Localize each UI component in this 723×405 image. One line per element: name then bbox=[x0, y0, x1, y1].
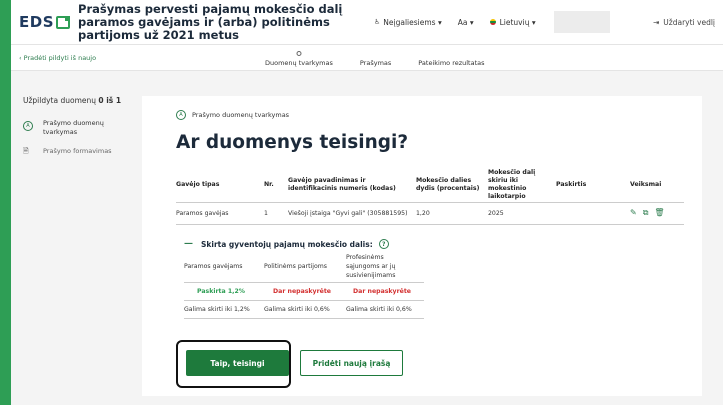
limit-parties: Galima skirti iki 0,6% bbox=[264, 300, 346, 319]
collapse-icon: — bbox=[184, 239, 193, 249]
font-size-label: Aa bbox=[457, 17, 468, 27]
card-subtitle: A Prašymo duomenų tvarkymas bbox=[176, 110, 289, 120]
table-row: Paramos gavėjas 1 Viešoji įstaiga "Gyvi … bbox=[176, 202, 684, 225]
section-badge: A bbox=[176, 110, 186, 120]
card-subtitle-label: Prašymo duomenų tvarkymas bbox=[192, 111, 290, 119]
allocation-status-row: Paskirta 1,2% Dar nepaskyrėte Dar nepask… bbox=[184, 282, 424, 301]
restart-link[interactable]: ‹ Pradėti pildyti iš naujo bbox=[19, 54, 96, 62]
chevron-down-icon: ▾ bbox=[435, 17, 442, 27]
allocation-title: Skirta gyventojų pajamų mokesčio dalis: bbox=[201, 239, 373, 249]
accessibility-label: Neįgaliesiems bbox=[383, 17, 436, 27]
col-header: Paskirtis bbox=[556, 168, 630, 203]
chevron-down-icon: ▾ bbox=[529, 17, 536, 27]
edit-icon[interactable]: ✎ bbox=[630, 208, 637, 218]
app-window: EDS Prašymas pervesti pajamų mokesčio da… bbox=[11, 0, 723, 405]
close-wizard-label: Uždaryti vedlį bbox=[663, 17, 715, 27]
sidebar-item-label: Prašymo duomenų tvarkymas bbox=[43, 119, 104, 136]
allocation-limit-row: Galima skirti iki 1,2% Galima skirti iki… bbox=[184, 300, 424, 319]
cell-percent: 1,20 bbox=[416, 202, 488, 225]
sub-navigation: ‹ Pradėti pildyti iš naujo Duomenų tvark… bbox=[11, 45, 723, 71]
col-header: Profesinėms sąjungoms ar jų susivienijim… bbox=[346, 252, 424, 283]
step-label: Prašymas bbox=[359, 59, 392, 67]
col-header: Mokesčio dalies dydis (procentais) bbox=[416, 168, 488, 203]
allocation-header-row: Paramos gavėjams Politinėms partijoms Pr… bbox=[184, 252, 424, 283]
sidebar-item-data-management[interactable]: A Prašymo duomenų tvarkymas bbox=[23, 119, 124, 137]
col-header: Gavėjo pavadinimas ir identifikacinis nu… bbox=[288, 168, 416, 203]
allocation-table: Paramos gavėjams Politinėms partijoms Pr… bbox=[184, 252, 424, 319]
step-request: Prašymas bbox=[360, 59, 391, 67]
section-badge: A bbox=[23, 121, 33, 131]
help-icon[interactable]: ? bbox=[378, 239, 389, 249]
col-header: Nr. bbox=[264, 168, 288, 203]
restart-link-label: Pradėti pildyti iš naujo bbox=[23, 53, 97, 62]
font-size-menu[interactable]: Aa ▾ bbox=[458, 18, 474, 27]
top-controls: ♿ Neįgaliesiems ▾ Aa ▾ Lietuvių ▾ bbox=[374, 11, 610, 33]
cell-type: Paramos gavėjas bbox=[176, 202, 264, 225]
cell-nr: 1 bbox=[264, 202, 288, 225]
col-header: Mokesčio dalį skiriu iki mokestinio laik… bbox=[488, 168, 556, 203]
cell-actions: ✎ ⧉ 🗑 bbox=[630, 202, 684, 225]
progress-prefix: Užpildyta duomenų bbox=[23, 96, 97, 105]
status-supporters: Paskirta 1,2% bbox=[184, 282, 264, 301]
step-label: Pateikimo rezultatas bbox=[418, 59, 485, 67]
col-header: Paramos gavėjams bbox=[184, 252, 264, 283]
col-header: Politinėms partijoms bbox=[264, 252, 346, 283]
language-menu[interactable]: Lietuvių ▾ bbox=[489, 17, 536, 27]
user-placeholder bbox=[553, 11, 610, 33]
wizard-steps: Duomenų tvarkymas Prašymas Pateikimo rez… bbox=[265, 45, 512, 71]
logo-mark-icon bbox=[56, 15, 71, 29]
page-title: Prašymas pervesti pajamų mokesčio dalį p… bbox=[78, 1, 343, 42]
logo-text: EDS bbox=[19, 13, 55, 31]
step-label: Duomenų tvarkymas bbox=[265, 59, 333, 67]
confirm-button[interactable]: Taip, teisingi bbox=[186, 350, 289, 376]
step-result: Pateikimo rezultatas bbox=[418, 59, 484, 67]
main-card: A Prašymo duomenų tvarkymas Ar duomenys … bbox=[142, 96, 702, 396]
allocation-toggle[interactable]: — Skirta gyventojų pajamų mokesčio dalis… bbox=[184, 239, 389, 249]
row-actions: ✎ ⧉ 🗑 bbox=[630, 208, 680, 218]
status-unions: Dar nepaskyrėte bbox=[346, 282, 424, 301]
card-title: Ar duomenys teisingi? bbox=[176, 132, 409, 153]
completion-progress: Užpildyta duomenų 0 iš 1 bbox=[23, 96, 124, 105]
status-parties: Dar nepaskyrėte bbox=[264, 282, 346, 301]
trash-icon[interactable]: 🗑 bbox=[654, 208, 664, 218]
step-data-management: Duomenų tvarkymas bbox=[265, 51, 333, 67]
copy-icon[interactable]: ⧉ bbox=[643, 208, 649, 218]
document-icon: 🗎 bbox=[23, 147, 29, 155]
top-bar: EDS Prašymas pervesti pajamų mokesčio da… bbox=[11, 0, 723, 45]
chevron-down-icon: ▾ bbox=[467, 17, 474, 27]
sidebar-item-request-forming[interactable]: 🗎 Prašymo formavimas bbox=[23, 147, 124, 156]
limit-unions: Galima skirti iki 0,6% bbox=[346, 300, 424, 319]
lithuania-flag-icon bbox=[489, 19, 496, 25]
cell-period: 2025 bbox=[488, 202, 556, 225]
cell-purpose bbox=[556, 202, 630, 225]
accessibility-icon: ♿ bbox=[374, 18, 381, 26]
accessibility-menu[interactable]: ♿ Neįgaliesiems ▾ bbox=[374, 18, 442, 27]
language-label: Lietuvių bbox=[499, 17, 530, 27]
limit-supporters: Galima skirti iki 1,2% bbox=[184, 300, 264, 319]
sidebar-item-label: Prašymo formavimas bbox=[43, 147, 112, 155]
current-step-icon bbox=[296, 51, 302, 56]
close-wizard-button[interactable]: ⇥ Uždaryti vedlį bbox=[653, 18, 715, 27]
add-entry-button[interactable]: Pridėti naują įrašą bbox=[300, 350, 403, 376]
col-header: Gavėjo tipas bbox=[176, 168, 264, 203]
progress-value: 0 iš 1 bbox=[98, 96, 122, 105]
cell-name: Viešoji įstaiga "Gyvi gali" (305881595) bbox=[288, 202, 416, 225]
col-header: Veiksmai bbox=[630, 168, 684, 203]
recipients-table: Gavėjo tipas Nr. Gavėjo pavadinimas ir i… bbox=[176, 168, 684, 225]
eds-logo[interactable]: EDS bbox=[19, 13, 71, 31]
table-header-row: Gavėjo tipas Nr. Gavėjo pavadinimas ir i… bbox=[176, 168, 684, 203]
exit-icon: ⇥ bbox=[653, 17, 660, 27]
sidebar: Užpildyta duomenų 0 iš 1 A Prašymo duome… bbox=[11, 72, 136, 156]
